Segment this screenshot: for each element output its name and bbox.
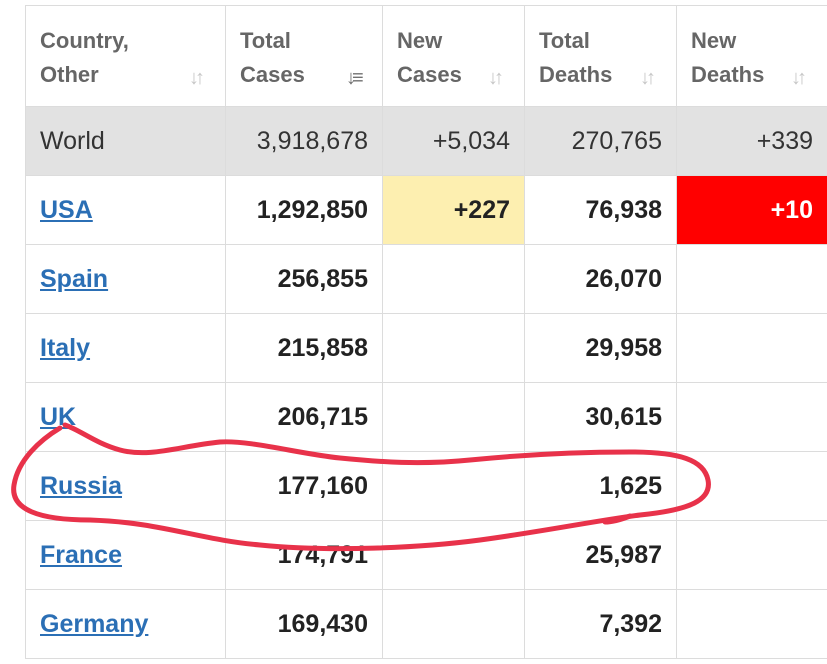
country-link[interactable]: USA (40, 196, 93, 224)
table-row: Italy 215,858 29,958 (25, 313, 827, 383)
country-cell: France (25, 520, 226, 590)
country-link[interactable]: Spain (40, 265, 108, 293)
new-cases-cell (382, 589, 525, 659)
table-row-world: World 3,918,678 +5,034 270,765 +339 (25, 106, 827, 176)
new-cases-cell (382, 520, 525, 590)
new-cases-cell (382, 244, 525, 314)
header-label-line1: Total (539, 28, 590, 53)
country-link[interactable]: Russia (40, 472, 122, 500)
coronavirus-stats-table: Country, Other ↓↑ Total Cases ↓≡ New Cas… (25, 5, 827, 659)
country-link[interactable]: France (40, 541, 122, 569)
total-cases-cell: 206,715 (225, 382, 383, 452)
header-label-line1: Country, (40, 28, 129, 53)
total-deaths-cell: 7,392 (524, 589, 677, 659)
sort-desc-icon[interactable]: ↓≡ (346, 61, 368, 89)
total-deaths-cell: 29,958 (524, 313, 677, 383)
total-deaths-cell: 270,765 (524, 106, 677, 176)
new-deaths-cell: +10 (676, 175, 827, 245)
country-cell: Italy (25, 313, 226, 383)
total-deaths-cell: 25,987 (524, 520, 677, 590)
country-cell: Germany (25, 589, 226, 659)
total-cases-cell: 256,855 (225, 244, 383, 314)
table-row: Spain 256,855 26,070 (25, 244, 827, 314)
sort-icon[interactable]: ↓↑ (791, 61, 813, 89)
header-row: Country, Other ↓↑ Total Cases ↓≡ New Cas… (25, 5, 827, 107)
header-label-line1: New (691, 28, 737, 53)
country-cell: USA (25, 175, 226, 245)
total-deaths-cell: 30,615 (524, 382, 677, 452)
new-deaths-cell (676, 520, 827, 590)
header-new-cases[interactable]: New Cases ↓↑ (382, 5, 525, 107)
header-total-deaths[interactable]: Total Deaths ↓↑ (524, 5, 677, 107)
total-cases-cell: 215,858 (225, 313, 383, 383)
new-deaths-cell (676, 313, 827, 383)
header-label-line2: Other (40, 62, 99, 87)
country-link[interactable]: Germany (40, 610, 148, 638)
country-cell: Russia (25, 451, 226, 521)
country-link[interactable]: Italy (40, 334, 90, 362)
total-cases-cell: 3,918,678 (225, 106, 383, 176)
country-link[interactable]: UK (40, 403, 76, 431)
new-deaths-cell (676, 451, 827, 521)
new-cases-cell: +227 (382, 175, 525, 245)
new-deaths-cell (676, 382, 827, 452)
country-cell: UK (25, 382, 226, 452)
table-row: UK 206,715 30,615 (25, 382, 827, 452)
total-cases-cell: 174,791 (225, 520, 383, 590)
sort-icon[interactable]: ↓↑ (640, 61, 662, 89)
new-deaths-cell (676, 589, 827, 659)
sort-icon[interactable]: ↓↑ (488, 61, 510, 89)
new-cases-cell (382, 382, 525, 452)
new-cases-cell: +5,034 (382, 106, 525, 176)
total-deaths-cell: 26,070 (524, 244, 677, 314)
header-label-line1: Total (240, 28, 291, 53)
total-deaths-cell: 76,938 (524, 175, 677, 245)
total-cases-cell: 169,430 (225, 589, 383, 659)
header-total-cases[interactable]: Total Cases ↓≡ (225, 5, 383, 107)
new-cases-cell (382, 451, 525, 521)
new-deaths-cell (676, 244, 827, 314)
new-deaths-cell: +339 (676, 106, 827, 176)
sort-icon[interactable]: ↓↑ (189, 61, 211, 89)
country-cell: Spain (25, 244, 226, 314)
total-cases-cell: 177,160 (225, 451, 383, 521)
table-row: France 174,791 25,987 (25, 520, 827, 590)
table-row: USA 1,292,850 +227 76,938 +10 (25, 175, 827, 245)
header-label-line1: New (397, 28, 443, 53)
country-cell: World (25, 106, 226, 176)
total-cases-cell: 1,292,850 (225, 175, 383, 245)
new-cases-cell (382, 313, 525, 383)
header-new-deaths[interactable]: New Deaths ↓↑ (676, 5, 827, 107)
table-row-russia: Russia 177,160 1,625 (25, 451, 827, 521)
total-deaths-cell: 1,625 (524, 451, 677, 521)
table-row: Germany 169,430 7,392 (25, 589, 827, 659)
header-country[interactable]: Country, Other ↓↑ (25, 5, 226, 107)
